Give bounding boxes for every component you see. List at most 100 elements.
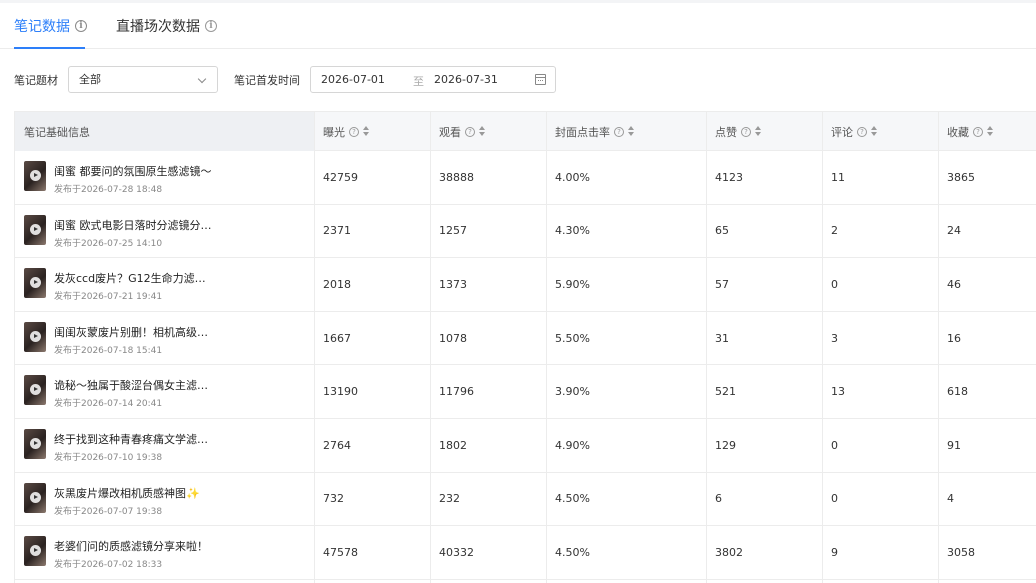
table-row[interactable]: 老婆们问的质感滤镜分享来啦！ 发布于2026-07-02 18:33 47578 40… bbox=[15, 526, 1036, 580]
play-icon bbox=[30, 223, 41, 235]
note-publish-date: 发布于2026-07-14 20:41 bbox=[54, 399, 163, 410]
note-data-page: 笔记数据 i 直播场次数据 i 笔记题材 全部 笔记首发时间 2026-07-0… bbox=[0, 0, 1036, 583]
tab-note-data[interactable]: 笔记数据 i bbox=[14, 3, 87, 49]
note-info-cell: 灰黑废片爆改相机质感神图✨ 发布于2026-07-07 19:38 bbox=[15, 473, 314, 526]
note-thumbnail[interactable] bbox=[24, 214, 46, 245]
tab-live-session-data[interactable]: 直播场次数据 i bbox=[116, 3, 217, 49]
column-header-label: 观看 bbox=[439, 125, 461, 139]
table-row[interactable]: 发灰ccd废片？G12生命力滤… 发布于2026-07-21 19:41 2018 1… bbox=[15, 258, 1036, 312]
cell-likes: 6 bbox=[715, 492, 722, 506]
cell-views: 232 bbox=[439, 492, 460, 506]
tab-live-session-data-label: 直播场次数据 bbox=[116, 19, 200, 35]
column-header-label: 收藏 bbox=[947, 125, 969, 139]
note-info-cell: 发灰ccd废片？G12生命力滤… 发布于2026-07-21 19:41 bbox=[15, 258, 314, 311]
note-publish-date: 发布于2026-07-10 19:38 bbox=[54, 453, 163, 463]
note-publish-date: 发布于2026-07-28 18:48 bbox=[54, 185, 163, 195]
note-thumbnail[interactable] bbox=[24, 429, 46, 459]
topic-select[interactable]: 全部 bbox=[68, 66, 218, 93]
cell-likes: 4123 bbox=[715, 170, 743, 184]
tab-note-data-label: 笔记数据 bbox=[14, 19, 70, 35]
table-row[interactable]: 闺蜜 都要问的氛围原生感滤镜～ 发布于2026-07-28 18:48 42759 3… bbox=[15, 151, 1036, 205]
note-thumbnail[interactable] bbox=[24, 161, 46, 191]
column-header-impressions[interactable]: 曝光? bbox=[314, 112, 430, 151]
help-icon[interactable]: ? bbox=[349, 126, 359, 137]
help-icon[interactable]: ? bbox=[465, 126, 475, 137]
cell-views: 1257 bbox=[439, 224, 467, 238]
sort-icon[interactable] bbox=[755, 126, 762, 137]
tab-bar: 笔记数据 i 直播场次数据 i bbox=[0, 3, 1036, 49]
table-row[interactable]: 闺闺灰蒙废片别删！相机高级… 发布于2026-07-18 15:41 1667 107… bbox=[15, 312, 1036, 366]
note-info-cell: 闺蜜 都要问的氛围原生感滤镜～ 发布于2026-07-28 18:48 bbox=[15, 151, 314, 204]
note-title[interactable]: 终于找到这种青春疼痛文学滤… bbox=[54, 431, 208, 447]
note-thumbnail[interactable] bbox=[24, 268, 46, 299]
cell-impressions: 2764 bbox=[323, 438, 351, 452]
topic-select-value: 全部 bbox=[79, 73, 101, 86]
table-row[interactable]: 闺蜜 欧式电影日落时分滤镜分… 发布于2026-07-25 14:10 2371 12… bbox=[15, 205, 1036, 259]
cell-favorites: 618 bbox=[947, 385, 968, 399]
play-icon bbox=[30, 438, 41, 449]
sort-icon[interactable] bbox=[363, 126, 370, 137]
note-info-cell: 终于找到这种青春疼痛文学滤… 发布于2026-07-10 19:38 bbox=[15, 419, 314, 472]
column-header-views[interactable]: 观看? bbox=[430, 112, 546, 151]
cell-favorites: 3865 bbox=[947, 170, 975, 184]
note-title[interactable]: 诡秘～独属于酸涩台偶女主滤… bbox=[54, 377, 208, 393]
column-header-comments[interactable]: 评论? bbox=[822, 112, 938, 151]
column-header-basic-info: 笔记基础信息 bbox=[15, 112, 314, 151]
sort-icon[interactable] bbox=[871, 126, 878, 137]
help-icon[interactable]: ? bbox=[614, 126, 624, 137]
table-row[interactable]: 诡秘～独属于酸涩台偶女主滤… 发布于2026-07-14 20:41 13190 11… bbox=[15, 365, 1036, 419]
date-end-input[interactable]: 2026-07-31 bbox=[434, 73, 498, 86]
column-header-cover-ctr[interactable]: 封面点击率? bbox=[546, 112, 706, 151]
sort-icon[interactable] bbox=[628, 126, 635, 137]
help-icon[interactable]: ? bbox=[857, 126, 867, 137]
cell-impressions: 42759 bbox=[323, 170, 358, 184]
note-thumbnail[interactable] bbox=[24, 536, 46, 567]
note-thumbnail[interactable] bbox=[24, 321, 46, 352]
cell-likes: 65 bbox=[715, 224, 729, 238]
cell-comments: 3 bbox=[831, 331, 838, 345]
help-icon[interactable]: ? bbox=[741, 126, 751, 137]
note-title[interactable]: 老婆们问的质感滤镜分享来啦！ bbox=[54, 538, 208, 554]
note-publish-date: 发布于2026-07-25 14:10 bbox=[54, 238, 163, 249]
note-title[interactable]: 闺蜜 都要问的氛围原生感滤镜～ bbox=[54, 163, 212, 179]
column-header-likes[interactable]: 点赞? bbox=[706, 112, 822, 151]
cell-impressions: 2018 bbox=[323, 277, 351, 291]
table-header: 笔记基础信息 曝光? 观看? 封面点击率? 点赞? 评论? 收藏? bbox=[15, 112, 1036, 151]
cell-comments: 9 bbox=[831, 545, 838, 559]
column-header-label: 封面点击率 bbox=[555, 125, 610, 139]
note-title[interactable]: 发灰ccd废片？G12生命力滤… bbox=[54, 270, 206, 286]
note-title[interactable]: 灰黑废片爆改相机质感神图✨ bbox=[54, 485, 200, 501]
note-thumbnail[interactable] bbox=[24, 375, 46, 406]
play-icon bbox=[30, 545, 41, 557]
table-row[interactable]: 终于找到这种青春疼痛文学滤… 发布于2026-07-10 19:38 2764 180… bbox=[15, 419, 1036, 473]
info-icon[interactable]: i bbox=[75, 20, 87, 32]
help-icon[interactable]: ? bbox=[973, 126, 983, 137]
cell-likes: 31 bbox=[715, 331, 729, 345]
info-icon[interactable]: i bbox=[205, 20, 217, 32]
note-info-cell: 闺闺灰蒙废片别删！相机高级… 发布于2026-07-18 15:41 bbox=[15, 312, 314, 365]
cell-comments: 11 bbox=[831, 170, 845, 184]
cell-cover-ctr: 4.50% bbox=[555, 492, 590, 506]
date-range-picker[interactable]: 2026-07-01 至 2026-07-31 bbox=[310, 66, 556, 93]
date-start-input[interactable]: 2026-07-01 bbox=[321, 73, 385, 86]
note-info-cell: 诡秘～独属于酸涩台偶女主滤… 发布于2026-07-14 20:41 bbox=[15, 365, 314, 418]
note-publish-date: 发布于2026-07-21 19:41 bbox=[54, 292, 163, 303]
table-row[interactable]: 灰黑废片爆改相机质感神图✨ 发布于2026-07-07 19:38 732 232 4.… bbox=[15, 473, 1036, 527]
column-header-label: 笔记基础信息 bbox=[24, 125, 90, 139]
cell-views: 1078 bbox=[439, 331, 467, 345]
sort-icon[interactable] bbox=[479, 126, 486, 137]
cell-comments: 0 bbox=[831, 277, 838, 291]
note-title[interactable]: 闺闺灰蒙废片别删！相机高级… bbox=[54, 324, 208, 340]
note-publish-date: 发布于2026-07-18 15:41 bbox=[54, 345, 163, 356]
column-header-label: 评论 bbox=[831, 125, 853, 139]
sort-icon[interactable] bbox=[987, 126, 994, 137]
note-title[interactable]: 闺蜜 欧式电影日落时分滤镜分… bbox=[54, 217, 212, 233]
cell-impressions: 732 bbox=[323, 492, 344, 506]
cell-comments: 13 bbox=[831, 385, 845, 399]
cell-views: 40332 bbox=[439, 545, 474, 559]
column-header-favorites[interactable]: 收藏? bbox=[938, 112, 1036, 151]
note-thumbnail[interactable] bbox=[24, 482, 46, 513]
calendar-icon[interactable] bbox=[535, 74, 546, 85]
cell-views: 1802 bbox=[439, 438, 467, 452]
note-info-cell: 老婆们问的质感滤镜分享来啦！ 发布于2026-07-02 18:33 bbox=[15, 526, 314, 579]
